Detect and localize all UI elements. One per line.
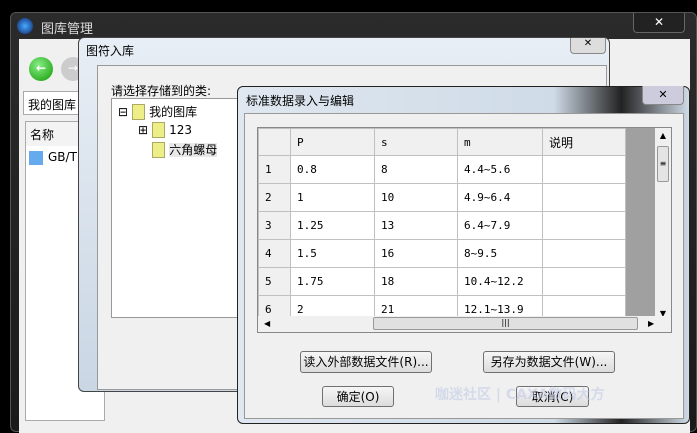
- cell-note[interactable]: [542, 239, 626, 268]
- cell-s[interactable]: 13: [374, 211, 458, 240]
- tree-node-label: 六角螺母: [169, 143, 218, 157]
- scroll-thumb[interactable]: |||: [373, 317, 638, 330]
- tree-node-hex-nut[interactable]: 六角螺母: [152, 141, 218, 158]
- data-table: P s m 说明 1 0.8 8 4.4~5.6 2 1 10 4.9~6.4 3 1.25 13 6…: [258, 128, 626, 324]
- table-row: 4 1.5 16 8~9.5: [258, 239, 626, 268]
- vertical-scrollbar[interactable]: ▲ ≡ ▼: [655, 128, 671, 318]
- row-header[interactable]: 4: [258, 239, 291, 268]
- watermark: 咖迷社区 | CAXA数码大方: [435, 387, 605, 403]
- column-header-p[interactable]: P: [290, 128, 375, 156]
- read-external-file-button[interactable]: 读入外部数据文件(R)...: [300, 351, 432, 373]
- window-title: 图库管理: [41, 22, 94, 37]
- back-icon[interactable]: ←: [29, 57, 53, 81]
- app-icon: [17, 18, 33, 34]
- cell-m[interactable]: 4.4~5.6: [457, 155, 543, 184]
- horizontal-scrollbar[interactable]: ◀ ||| ▶: [258, 316, 671, 332]
- close-button[interactable]: ✕: [633, 13, 685, 33]
- list-item-label: GB/T: [48, 150, 77, 164]
- close-button[interactable]: ✕: [642, 86, 684, 105]
- cell-p[interactable]: 0.8: [290, 155, 375, 184]
- column-header-s[interactable]: s: [374, 128, 458, 156]
- tree-node-root[interactable]: ⊟ 我的图库: [118, 103, 197, 120]
- header-row: P s m 说明: [258, 128, 626, 156]
- table-row: 2 1 10 4.9~6.4: [258, 183, 626, 212]
- cell-p[interactable]: 1.5: [290, 239, 375, 268]
- row-header[interactable]: 3: [258, 211, 291, 240]
- row-header[interactable]: 1: [258, 155, 291, 184]
- cell-p[interactable]: 1.75: [290, 267, 375, 296]
- table-row: 5 1.75 18 10.4~12.2: [258, 267, 626, 296]
- tree-node-123[interactable]: ⊞ 123: [138, 122, 193, 138]
- tree-node-label: 我的图库: [149, 105, 198, 119]
- data-grid[interactable]: P s m 说明 1 0.8 8 4.4~5.6 2 1 10 4.9~6.4 3 1.25 13 6…: [257, 127, 672, 333]
- table-row: 1 0.8 8 4.4~5.6: [258, 155, 626, 184]
- cell-note[interactable]: [542, 267, 626, 296]
- column-header-m[interactable]: m: [457, 128, 543, 156]
- cell-note[interactable]: [542, 211, 626, 240]
- dialog-title: 标准数据录入与编辑: [246, 94, 355, 108]
- save-as-data-file-button[interactable]: 另存为数据文件(W)...: [483, 351, 615, 373]
- close-button[interactable]: ✕: [570, 38, 606, 54]
- row-header[interactable]: 2: [258, 183, 291, 212]
- cell-s[interactable]: 18: [374, 267, 458, 296]
- folder-icon: [152, 142, 166, 158]
- cell-p[interactable]: 1: [290, 183, 375, 212]
- cell-m[interactable]: 4.9~6.4: [457, 183, 543, 212]
- prompt-label: 请选择存储到的类:: [111, 84, 212, 98]
- cell-s[interactable]: 10: [374, 183, 458, 212]
- cell-note[interactable]: [542, 183, 626, 212]
- dialog-body: P s m 说明 1 0.8 8 4.4~5.6 2 1 10 4.9~6.4 3 1.25 13 6…: [244, 113, 684, 419]
- cell-s[interactable]: 8: [374, 155, 458, 184]
- row-header[interactable]: 5: [258, 267, 291, 296]
- bolt-icon: [29, 151, 43, 165]
- tree-node-label: 123: [169, 123, 193, 137]
- cell-s[interactable]: 16: [374, 239, 458, 268]
- corner-cell[interactable]: [258, 128, 291, 156]
- cell-p[interactable]: 1.25: [290, 211, 375, 240]
- folder-icon: [151, 122, 166, 138]
- cell-note[interactable]: [542, 155, 626, 184]
- column-header-note[interactable]: 说明: [542, 128, 626, 156]
- ok-button[interactable]: 确定(O): [322, 386, 394, 407]
- dialog-title: 图符入库: [86, 44, 135, 58]
- scroll-thumb[interactable]: ≡: [657, 146, 669, 182]
- cell-m[interactable]: 10.4~12.2: [457, 267, 543, 296]
- data-edit-dialog: 标准数据录入与编辑 ✕ P s m 说明 1 0.8 8 4.4~5.6 2 1 10 4.9…: [237, 86, 690, 424]
- cell-m[interactable]: 8~9.5: [457, 239, 543, 268]
- cell-m[interactable]: 6.4~7.9: [457, 211, 543, 240]
- category-tree[interactable]: ⊟ 我的图库 ⊞ 123 六角螺母: [111, 98, 241, 318]
- table-row: 3 1.25 13 6.4~7.9: [258, 211, 626, 240]
